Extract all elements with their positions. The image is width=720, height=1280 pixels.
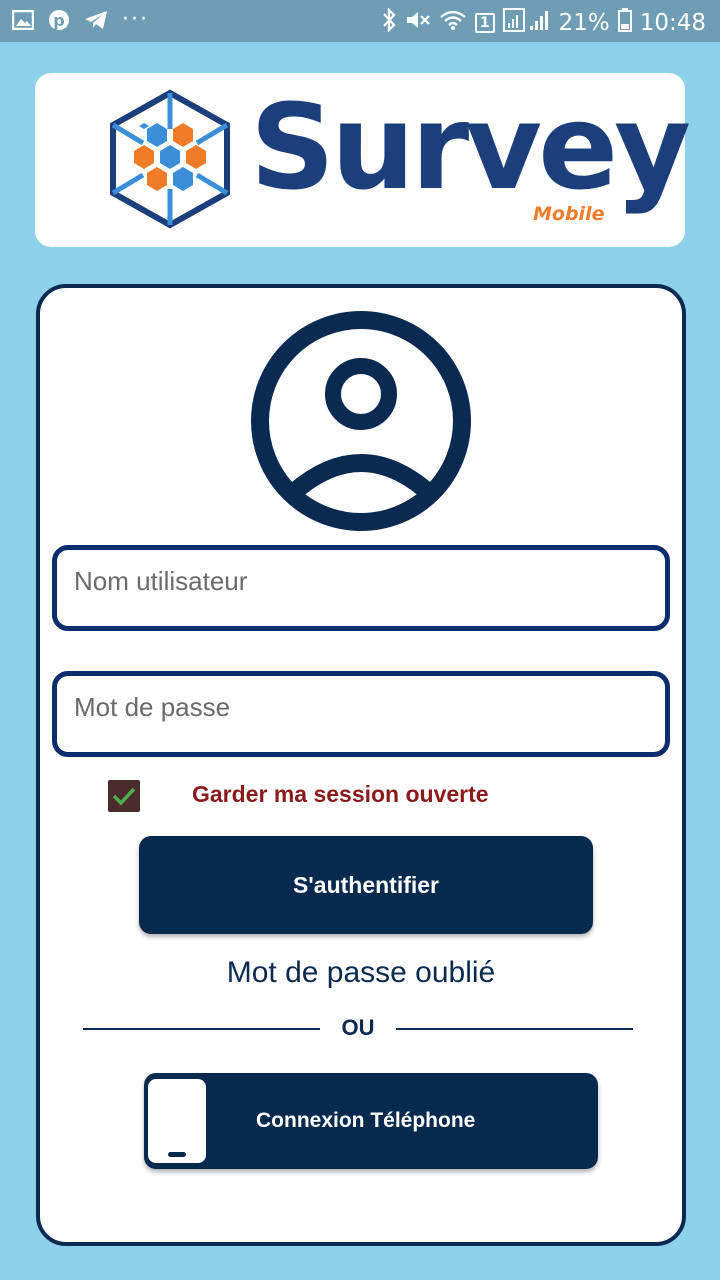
- mute-icon: [405, 9, 431, 37]
- checkmark-icon: [112, 787, 136, 806]
- clock: 10:48: [639, 10, 706, 36]
- or-separator: OU: [341, 1015, 375, 1040]
- sim-icon: 1: [474, 13, 495, 33]
- wifi-icon: [439, 9, 467, 37]
- divider-right: [396, 1028, 633, 1031]
- phone-login-label[interactable]: Connexion Téléphone: [256, 1109, 475, 1133]
- username-input[interactable]: [72, 564, 665, 598]
- forgot-password-link[interactable]: Mot de passe oublié: [40, 956, 682, 990]
- more-notifications-icon: ···: [122, 6, 149, 32]
- phone-login-button[interactable]: Connexion Téléphone: [144, 1073, 598, 1169]
- image-icon: [11, 9, 35, 34]
- battery-percent: 21%: [558, 10, 610, 36]
- logo-subtitle: Mobile: [533, 203, 605, 225]
- logo-card: Survey Mobile: [35, 73, 691, 247]
- remember-checkbox[interactable]: [108, 780, 140, 812]
- svg-text:p: p: [53, 11, 64, 30]
- password-field[interactable]: [52, 671, 670, 757]
- survey-logo-icon: [105, 89, 235, 234]
- remember-session[interactable]: Garder ma session ouverte: [108, 780, 489, 812]
- divider-left: [83, 1028, 320, 1031]
- pinterest-icon: p: [48, 9, 70, 35]
- user-avatar-icon: [250, 310, 472, 537]
- remember-label[interactable]: Garder ma session ouverte: [192, 781, 489, 808]
- phone-icon: [148, 1079, 206, 1163]
- status-bar: p ··· 1 21% 10:48: [0, 0, 720, 42]
- login-button[interactable]: S'authentifier: [139, 836, 593, 934]
- password-input[interactable]: [72, 690, 665, 724]
- battery-icon: [617, 8, 632, 38]
- bluetooth-icon: [381, 7, 397, 38]
- logo-title: Survey: [250, 78, 691, 216]
- telegram-icon: [84, 10, 108, 34]
- login-card: Garder ma session ouverte S'authentifier…: [36, 284, 686, 1246]
- signal-icon: [502, 8, 551, 38]
- username-field[interactable]: [52, 545, 670, 631]
